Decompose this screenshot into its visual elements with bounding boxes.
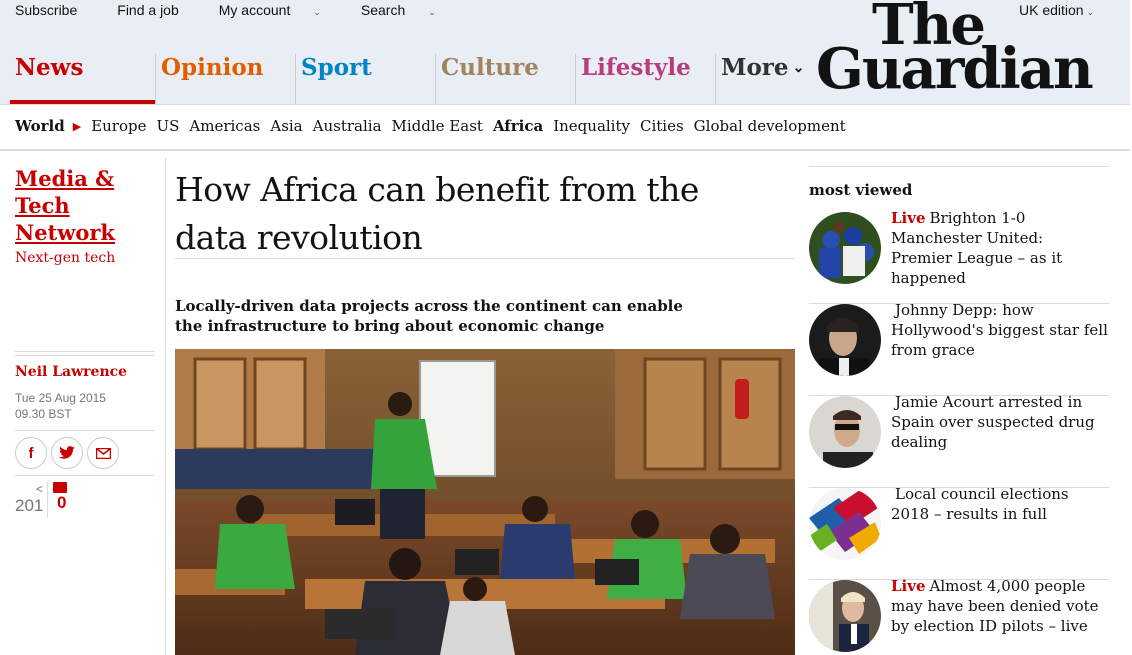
section-subnav: World ▶ Europe US Americas Asia Australia Mid…	[0, 104, 1130, 150]
email-icon	[95, 447, 111, 459]
search-label: Search	[360, 2, 406, 18]
pillar-opinion-label: Opinion	[161, 54, 264, 81]
divider	[0, 150, 1130, 151]
share-divider	[15, 430, 155, 431]
count-divider	[15, 475, 155, 476]
subnav-item-global-development[interactable]: Global development	[694, 117, 846, 135]
subscribe-link[interactable]: Subscribe	[15, 2, 97, 18]
comment-icon	[53, 482, 67, 493]
subnav-item-asia[interactable]: Asia	[270, 117, 302, 135]
most-viewed-divider	[809, 166, 1109, 167]
find-a-job-label: Find a job	[117, 2, 179, 18]
column-divider	[165, 158, 166, 655]
subscribe-label: Subscribe	[15, 2, 78, 18]
article-main-image[interactable]	[175, 349, 795, 655]
most-viewed-item[interactable]: Johnny Depp: how Hollywood's biggest sta…	[809, 301, 1109, 396]
classroom-photo	[175, 349, 795, 655]
headline-divider	[175, 258, 795, 259]
most-viewed-headline: Local council elections 2018 – results i…	[891, 484, 1109, 524]
most-viewed-text: Jamie Acourt arrested in Spain over susp…	[891, 393, 1095, 451]
my-account-label: My account	[218, 2, 291, 18]
publish-date: Tue 25 Aug 2015 09.30 BST	[15, 390, 106, 422]
chevron-down-icon: ⌄	[428, 7, 436, 17]
twitter-icon	[59, 446, 75, 459]
top-links: Subscribe Find a job My account ⌄ Search ⌄	[15, 2, 476, 18]
email-share-button[interactable]	[87, 437, 119, 469]
publish-day: Tue 25 Aug 2015	[15, 391, 106, 405]
meta-divider	[15, 351, 155, 356]
most-viewed-item[interactable]: Jamie Acourt arrested in Spain over susp…	[809, 393, 1109, 488]
subnav-item-australia[interactable]: Australia	[313, 117, 382, 135]
chevron-down-icon: ⌄	[792, 60, 805, 76]
subnav-item-middle-east[interactable]: Middle East	[392, 117, 483, 135]
share-count: < 201	[15, 482, 43, 516]
share-icon: <	[35, 482, 43, 496]
edition-selector[interactable]: UK edition ⌄	[1019, 2, 1094, 18]
series-subtitle[interactable]: Next-gen tech	[15, 250, 155, 266]
pillar-news-label: News	[15, 54, 84, 81]
article-headline: How Africa can benefit from the data rev…	[175, 170, 699, 257]
subnav-item-inequality[interactable]: Inequality	[553, 117, 630, 135]
comment-count-value: 0	[57, 493, 67, 512]
subnav-items: World ▶ Europe US Americas Asia Australia Mid…	[15, 117, 856, 135]
most-viewed-title: most viewed	[809, 181, 913, 199]
subnav-world[interactable]: World	[15, 117, 65, 135]
count-separator	[47, 482, 48, 518]
most-viewed-item[interactable]: Live Brighton 1-0 Manchester United: Prem…	[809, 209, 1109, 304]
most-viewed-headline: Live Brighton 1-0 Manchester United: Prem…	[891, 208, 1109, 288]
subnav-item-africa[interactable]: Africa	[493, 117, 543, 135]
pillar-news[interactable]: News	[10, 54, 156, 104]
pillar-sport[interactable]: Sport	[295, 54, 435, 104]
pillar-more[interactable]: More ⌄	[715, 54, 805, 104]
most-viewed-headline: Johnny Depp: how Hollywood's biggest sta…	[891, 300, 1109, 360]
thumbnail-portrait	[809, 396, 881, 468]
most-viewed-text: Johnny Depp: how Hollywood's biggest sta…	[891, 301, 1108, 359]
caret-right-icon: ▶	[72, 119, 82, 133]
subnav-item-us[interactable]: US	[156, 117, 179, 135]
thumbnail-election-graphic	[809, 488, 881, 560]
edition-label: UK edition	[1019, 2, 1084, 18]
search-link[interactable]: Search ⌄	[361, 2, 456, 18]
pillar-more-label: More	[721, 54, 789, 81]
chevron-down-icon: ⌄	[313, 7, 321, 17]
my-account-link[interactable]: My account ⌄	[219, 2, 341, 18]
series-block: Media & Tech Network Next-gen tech	[15, 165, 155, 266]
subnav-item-cities[interactable]: Cities	[640, 117, 684, 135]
article-standfirst: Locally-driven data projects across the …	[175, 297, 683, 335]
comment-count[interactable]: 0	[53, 482, 67, 513]
pillar-lifestyle[interactable]: Lifestyle	[575, 54, 715, 104]
pillar-opinion[interactable]: Opinion	[155, 54, 295, 104]
series-title[interactable]: Media & Tech Network	[15, 165, 155, 246]
pillar-culture-label: Culture	[441, 54, 539, 81]
header: Subscribe Find a job My account ⌄ Search ⌄…	[0, 0, 1130, 104]
logo-guardian: Guardian	[816, 36, 1094, 102]
most-viewed-item[interactable]: Live Almost 4,000 people may have been de…	[809, 577, 1109, 655]
facebook-share-button[interactable]: f	[15, 437, 47, 469]
most-viewed-panel: most viewed	[809, 166, 1109, 199]
most-viewed-item[interactable]: Local council elections 2018 – results i…	[809, 485, 1109, 580]
most-viewed-text: Local council elections 2018 – results i…	[891, 485, 1069, 523]
most-viewed-headline: Jamie Acourt arrested in Spain over susp…	[891, 392, 1109, 452]
pillar-sport-label: Sport	[301, 54, 372, 81]
pillar-lifestyle-label: Lifestyle	[581, 54, 691, 81]
subnav-item-europe[interactable]: Europe	[91, 117, 146, 135]
thumbnail-football	[809, 212, 881, 284]
publish-time: 09.30 BST	[15, 407, 72, 421]
facebook-icon: f	[28, 444, 34, 462]
most-viewed-headline: Live Almost 4,000 people may have been de…	[891, 576, 1109, 636]
thumbnail-portrait	[809, 580, 881, 652]
author-name[interactable]: Neil Lawrence	[15, 364, 127, 380]
pillar-culture[interactable]: Culture	[435, 54, 575, 104]
engagement-counts: < 201 0	[15, 482, 155, 518]
share-count-value: 201	[15, 496, 44, 515]
find-a-job-link[interactable]: Find a job	[117, 2, 198, 18]
live-label: Live	[891, 577, 926, 595]
live-label: Live	[891, 209, 926, 227]
chevron-down-icon: ⌄	[1086, 7, 1095, 17]
twitter-share-button[interactable]	[51, 437, 83, 469]
share-buttons: f	[15, 437, 119, 469]
subnav-item-americas[interactable]: Americas	[189, 117, 260, 135]
thumbnail-portrait	[809, 304, 881, 376]
